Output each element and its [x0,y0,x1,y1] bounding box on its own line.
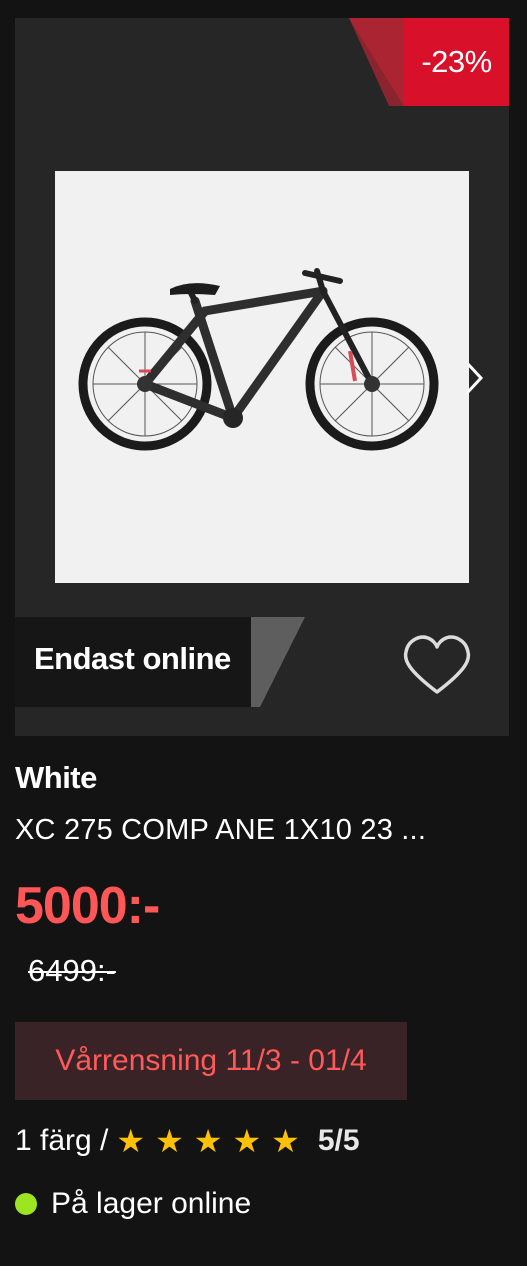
rating-stars: ★ ★ ★ ★ ★ [116,1125,309,1157]
star-icon: ★ [155,1123,184,1159]
chevron-right-icon [466,362,484,394]
product-card[interactable]: -23% Endast online White XC 275 COMP ANE… [0,0,527,1266]
star-icon: ★ [232,1123,262,1159]
product-name[interactable]: XC 275 COMP ANE 1X10 23 ... [15,814,509,847]
heart-outline-icon [403,635,471,694]
star-icon: ★ [116,1123,146,1159]
color-count: 1 färg / [15,1124,109,1157]
product-image-panel[interactable]: -23% Endast online [15,18,509,736]
current-price: 5000:- [15,877,160,935]
bicycle-illustration [78,268,439,451]
status-dot-icon [15,1193,37,1215]
discount-badge: -23% [349,18,509,106]
discount-text: -23% [421,44,492,79]
original-price: 6499:- [28,953,116,988]
star-icon: ★ [271,1123,300,1159]
stock-status: På lager online [15,1180,251,1228]
star-icon: ★ [193,1123,223,1159]
product-brand[interactable]: White [15,760,97,796]
online-only-badge: Endast online [15,617,315,707]
color-rating-row: 1 färg / ★ ★ ★ ★ ★ 5/5 [15,1118,360,1164]
wishlist-button[interactable] [400,630,474,700]
product-image[interactable] [55,171,469,583]
stock-text: På lager online [51,1187,252,1220]
online-only-text: Endast online [34,641,231,676]
rating-text: 5/5 [317,1124,360,1157]
campaign-badge[interactable]: Vårrensning 11/3 - 01/4 [15,1022,407,1100]
next-image-button[interactable] [463,358,487,398]
